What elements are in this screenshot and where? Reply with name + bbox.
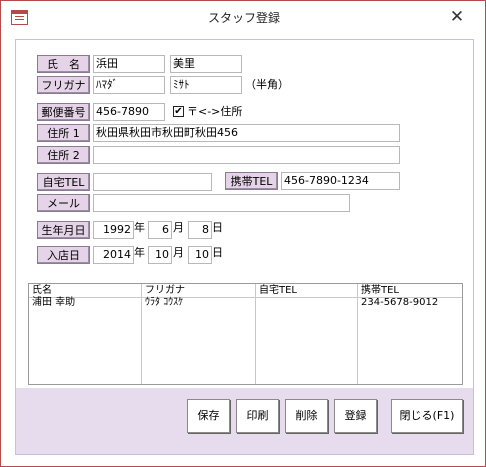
join-day-field[interactable]: 10 [188, 246, 212, 264]
mobile-tel-label: 携帯TEL [225, 172, 278, 190]
birth-date-label: 生年月日 [37, 221, 90, 239]
join-date-label: 入店日 [37, 246, 90, 264]
register-button[interactable]: 登録 [334, 399, 377, 433]
address2-field[interactable] [93, 146, 400, 164]
list-column [256, 284, 358, 384]
column-header-name[interactable]: 氏名 [29, 284, 52, 297]
print-button[interactable]: 印刷 [236, 399, 279, 433]
birth-month-field[interactable]: 6 [148, 221, 172, 239]
join-month-field[interactable]: 10 [148, 246, 172, 264]
mobile-tel-field[interactable]: 456-7890-1234 [281, 172, 400, 190]
list-row-kana[interactable]: ｳﾗﾀ ｺｳｽｹ [142, 297, 183, 309]
column-header-mobile-tel[interactable]: 携帯TEL [358, 284, 399, 297]
postal-label: 郵便番号 [37, 103, 90, 121]
email-label: メール [37, 194, 90, 212]
address2-label: 住所 2 [37, 146, 90, 164]
last-name-field[interactable]: 浜田 [93, 55, 165, 73]
address1-label: 住所 1 [37, 124, 90, 142]
birth-day-field[interactable]: 8 [188, 221, 212, 239]
save-button[interactable]: 保存 [187, 399, 230, 433]
first-name-field[interactable]: 美里 [170, 55, 242, 73]
staff-registration-window: スタッフ登録 ✕ 氏 名 浜田 美里 フリガナ ﾊﾏﾀﾞ ﾐｻﾄ （半角） 郵便… [0, 0, 486, 467]
last-kana-field[interactable]: ﾊﾏﾀﾞ [93, 76, 165, 94]
close-icon[interactable]: ✕ [445, 5, 469, 29]
first-kana-field[interactable]: ﾐｻﾄ [170, 76, 242, 94]
birth-year-unit: 年 [134, 221, 145, 234]
join-year-unit: 年 [134, 246, 145, 259]
join-day-unit: 日 [212, 246, 223, 259]
kana-hint: （半角） [245, 78, 289, 91]
list-row-mobile-tel[interactable]: 234-5678-9012 [358, 297, 438, 309]
birth-day-unit: 日 [212, 221, 223, 234]
birth-month-unit: 月 [173, 221, 184, 234]
list-row-name[interactable]: 浦田 幸助 [29, 297, 75, 309]
title-bar: スタッフ登録 ✕ [1, 1, 485, 33]
birth-year-field[interactable]: 1992 [93, 221, 134, 239]
email-field[interactable] [93, 194, 350, 212]
column-header-kana[interactable]: フリガナ [142, 284, 185, 297]
name-label: 氏 名 [37, 55, 90, 73]
auto-address-label: 〒<->住所 [187, 105, 243, 118]
address1-field[interactable]: 秋田県秋田市秋田町秋田456 [93, 124, 400, 142]
list-row-home-tel[interactable] [256, 297, 259, 309]
staff-list[interactable]: 氏名 フリガナ 自宅TEL 携帯TEL 浦田 幸助 ｳﾗﾀ ｺｳｽｹ 234-5… [28, 283, 463, 385]
home-tel-label: 自宅TEL [37, 173, 90, 191]
postal-code-field[interactable]: 456-7890 [93, 103, 165, 121]
column-header-home-tel[interactable]: 自宅TEL [256, 284, 297, 297]
delete-button[interactable]: 削除 [285, 399, 328, 433]
auto-address-checkbox[interactable]: ✔ [173, 106, 184, 117]
join-year-field[interactable]: 2014 [93, 246, 134, 264]
home-tel-field[interactable] [93, 173, 212, 191]
close-form-button[interactable]: 閉じる(F1) [391, 399, 463, 433]
join-month-unit: 月 [173, 246, 184, 259]
kana-label: フリガナ [37, 76, 90, 94]
window-title: スタッフ登録 [207, 11, 280, 25]
